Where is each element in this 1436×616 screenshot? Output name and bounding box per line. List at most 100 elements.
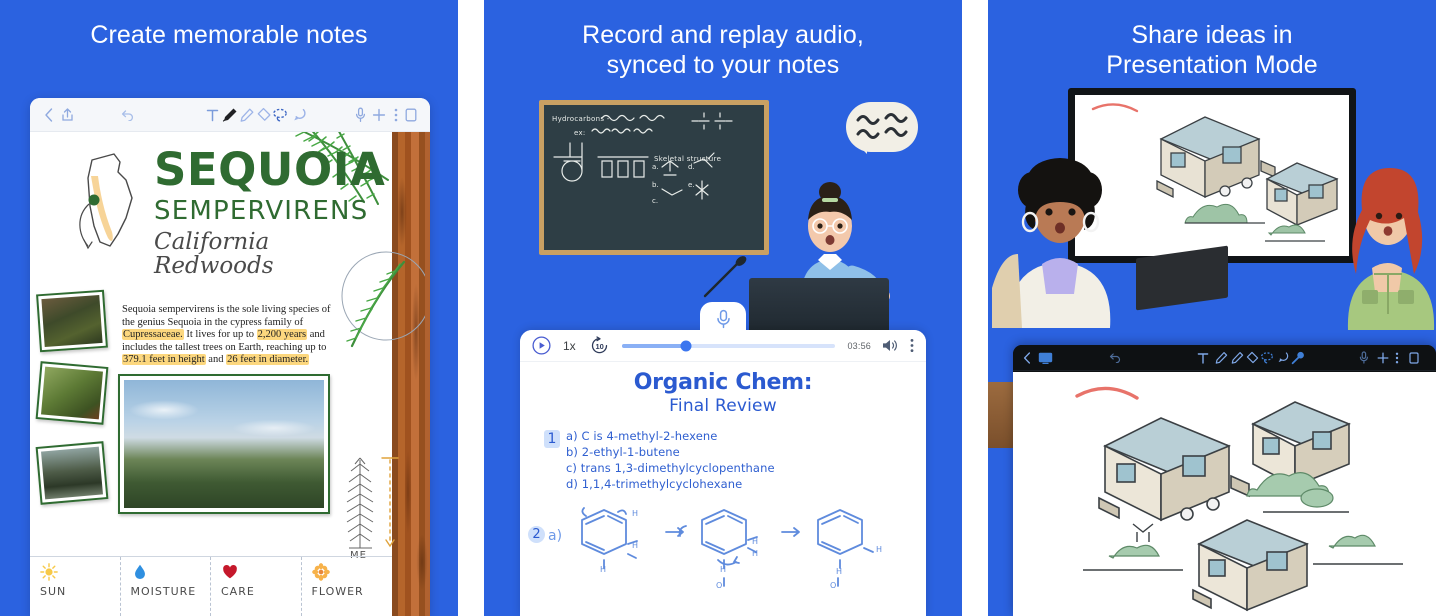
plant-facts-row: SUN MOISTURE CARE FLOWER	[30, 556, 392, 616]
share-icon[interactable]	[57, 107, 77, 122]
panel-gap	[458, 0, 484, 616]
text-tool-icon[interactable]	[1197, 352, 1214, 364]
shape-tool-icon[interactable]	[290, 107, 307, 123]
plant-fact-label: SUN	[40, 585, 67, 598]
back-icon[interactable]	[40, 107, 57, 122]
photo-image	[124, 380, 324, 508]
notes-subtitle: Final Review	[669, 396, 777, 416]
highlighted-text: 2,200 years	[256, 329, 308, 341]
microphone-icon[interactable]	[351, 107, 370, 123]
podium	[703, 256, 889, 338]
undo-icon[interactable]	[1108, 352, 1127, 363]
highlighted-text: 26 feet in diameter.	[226, 354, 310, 366]
pen-tool-icon[interactable]	[1214, 351, 1229, 365]
shape-tool-icon[interactable]	[1276, 351, 1291, 364]
svg-text:H: H	[752, 549, 758, 558]
overflow-menu-icon[interactable]	[910, 338, 914, 353]
volume-icon[interactable]	[881, 338, 898, 353]
flower-icon	[311, 563, 330, 581]
podium-microphone-icon	[703, 256, 747, 298]
overflow-menu-icon[interactable]	[389, 108, 403, 122]
svg-text:H: H	[836, 567, 842, 576]
benzene-reaction-diagram: HHH HHH HH OO	[581, 507, 882, 590]
back-icon[interactable]	[1023, 351, 1038, 364]
presenter-right-illustration	[1347, 168, 1435, 330]
svg-text:H: H	[600, 565, 606, 574]
app-store-screenshot-strip: Create memorable notes SEQUOIA SEMPERVIR…	[0, 0, 1436, 616]
page-icon[interactable]	[403, 108, 420, 122]
add-icon[interactable]	[1377, 352, 1396, 364]
plant-fact-label: MOISTURE	[130, 585, 197, 598]
plant-fact-cell[interactable]: CARE	[211, 557, 302, 616]
note-subtitle: SEMPERVIRENS	[154, 196, 369, 226]
question-2-block: 2 a) H H H H H H H H O O	[520, 504, 926, 592]
lasso-tool-icon[interactable]	[1260, 351, 1275, 364]
panel-create-notes: Create memorable notes SEQUOIA SEMPERVIR…	[0, 0, 458, 616]
question-1-block: 1 a) C is 4-methyl-2-hexene b) 2-ethyl-1-…	[544, 428, 926, 492]
laser-pointer-icon[interactable]	[1291, 351, 1306, 365]
note-subtitle-secondary: California Redwoods	[154, 229, 274, 279]
california-map-sketch	[79, 153, 133, 250]
replay-10-icon[interactable]: 10	[590, 336, 610, 356]
tablet-audio-note: 1x 10 03:56 Organic Chem: Final Review 1…	[520, 302, 926, 616]
photo-thumbnail[interactable]	[35, 361, 109, 425]
svg-text:d.: d.	[688, 163, 695, 171]
panel-3-headline-line-2: Presentation Mode	[1106, 51, 1318, 79]
add-icon[interactable]	[370, 108, 389, 122]
eraser-tool-icon[interactable]	[255, 107, 272, 123]
note-title: SEQUOIA	[154, 143, 386, 196]
presentation-canvas[interactable]	[1013, 372, 1436, 616]
slider-fill	[621, 343, 686, 348]
tree-height-scale-sketch	[346, 457, 399, 549]
svg-text:c.: c.	[652, 197, 658, 205]
chalkboard: Hydrocarbons - ex: Skeletal structure a.…	[539, 100, 769, 255]
cast-screen-icon[interactable]	[1038, 352, 1060, 364]
highlighter-tool-icon[interactable]	[238, 107, 255, 123]
svg-text:H: H	[632, 541, 638, 550]
pen-tool-icon[interactable]	[221, 107, 238, 123]
page-icon[interactable]	[1409, 351, 1426, 364]
plant-fact-cell[interactable]: FLOWER	[302, 557, 393, 616]
plant-fact-cell[interactable]: SUN	[30, 557, 121, 616]
question-item: c) trans 1,3-dimethylcyclopenthane	[566, 461, 775, 475]
panel-3-headline-line-1: Share ideas in	[1131, 21, 1293, 49]
plant-fact-label: CARE	[221, 585, 255, 598]
note-toolbar	[30, 98, 430, 132]
notes-title: Organic Chem:	[633, 370, 813, 395]
highlighter-tool-icon[interactable]	[1230, 351, 1245, 365]
question-1-items: a) C is 4-methyl-2-hexene b) 2-ethyl-1-bu…	[544, 428, 926, 492]
panel-2-headline: Record and replay audio, synced to your …	[484, 20, 962, 80]
photo-image	[41, 295, 103, 347]
photo-thumbnail[interactable]	[36, 289, 108, 353]
speech-bubble	[846, 102, 918, 154]
eraser-tool-icon[interactable]	[1245, 351, 1260, 365]
question-item: b) 2-ethyl-1-butene	[566, 445, 680, 459]
highlighted-text: 379.1 feet in height	[122, 354, 206, 366]
question-item: a) C is 4-methyl-2-hexene	[566, 429, 718, 443]
panel-2-headline-line-2: synced to your notes	[606, 51, 840, 79]
plant-fact-cell[interactable]: MOISTURE	[121, 557, 211, 616]
skip-seconds-label: 10	[595, 341, 604, 351]
note-canvas[interactable]: SEQUOIA SEMPERVIRENS California Redwoods…	[30, 126, 430, 616]
playback-speed-label[interactable]: 1x	[563, 339, 576, 353]
svg-text:H: H	[876, 545, 882, 554]
panel-2-headline-line-1: Record and replay audio,	[582, 21, 864, 49]
panel-gap	[962, 0, 988, 616]
photo-thumbnail[interactable]	[35, 441, 109, 505]
handwritten-notes-canvas[interactable]: Organic Chem: Final Review 1 a) C is 4-m…	[520, 362, 926, 616]
svg-text:H: H	[720, 565, 726, 574]
slider-knob[interactable]	[680, 340, 692, 351]
svg-text:a.: a.	[652, 163, 659, 171]
audio-time-label: 03:56	[847, 340, 871, 351]
undo-icon[interactable]	[118, 109, 137, 121]
panel-record-audio: Record and replay audio, synced to your …	[484, 0, 962, 616]
lasso-tool-icon[interactable]	[272, 107, 290, 123]
body-text: and	[205, 354, 227, 366]
panel-1-headline: Create memorable notes	[90, 21, 368, 49]
overflow-menu-icon[interactable]	[1395, 352, 1409, 364]
text-tool-icon[interactable]	[204, 108, 221, 122]
audio-progress-slider[interactable]	[621, 340, 836, 351]
microphone-icon[interactable]	[1359, 351, 1376, 364]
play-circle-icon[interactable]	[532, 336, 551, 355]
photo-main-forest[interactable]	[118, 374, 330, 514]
